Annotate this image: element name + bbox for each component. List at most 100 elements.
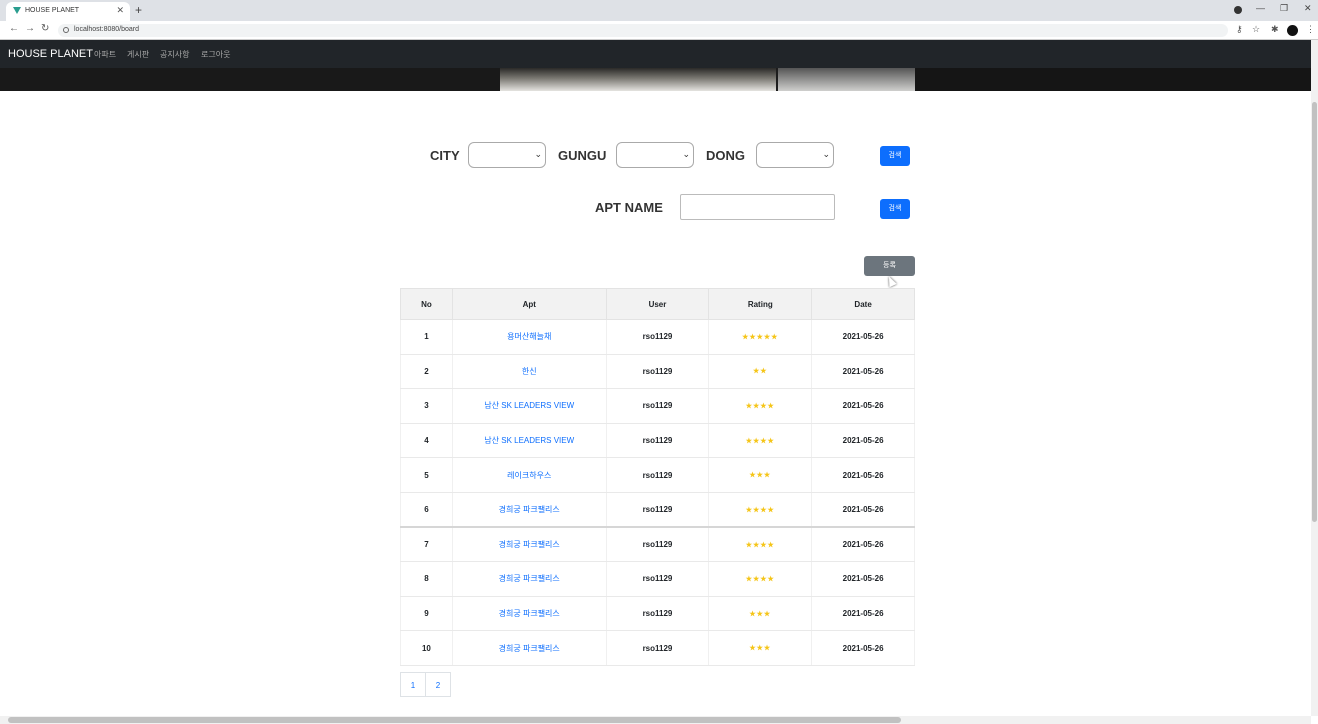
info-icon[interactable] xyxy=(63,27,69,33)
row-apt-link[interactable]: 경희궁 파크팰리스 xyxy=(451,561,607,597)
pagination: 1 2 xyxy=(400,672,451,697)
bookmark-star-icon[interactable]: ☆ xyxy=(1252,24,1260,35)
vue-logo-icon xyxy=(13,7,21,14)
reload-icon[interactable]: ↻ xyxy=(41,23,49,34)
browser-tab[interactable]: HOUSE PLANET ✕ xyxy=(6,2,130,21)
register-button[interactable]: 등록 xyxy=(864,256,915,276)
table-row[interactable]: 8 경희궁 파크팰리스 rso1129 ★★★★ 2021-05-26 xyxy=(400,561,915,597)
row-no: 7 xyxy=(400,527,453,563)
row-apt-link[interactable]: 레이크하우스 xyxy=(451,457,607,493)
table-row[interactable]: 3 남산 SK LEADERS VIEW rso1129 ★★★★ 2021-05-26 xyxy=(400,388,915,424)
url-text: localhost:8080/board xyxy=(74,26,139,33)
hero-image-dark xyxy=(915,68,1311,91)
apt-name-input[interactable] xyxy=(680,194,835,220)
row-date: 2021-05-26 xyxy=(811,630,915,666)
gungu-select[interactable]: ⌄ xyxy=(616,142,694,168)
address-bar: ← → ↻ localhost:8080/board ⚷ ☆ ✱ ⋮ xyxy=(0,21,1318,40)
nav-link-board[interactable]: 게시판 xyxy=(127,49,149,60)
row-date: 2021-05-26 xyxy=(811,492,915,529)
page-link-1[interactable]: 1 xyxy=(400,672,426,697)
new-tab-icon[interactable]: + xyxy=(135,3,142,17)
row-no: 1 xyxy=(400,319,453,355)
browser-tab-strip: HOUSE PLANET ✕ + — ❐ ✕ xyxy=(0,0,1318,21)
row-apt-link[interactable]: 남산 SK LEADERS VIEW xyxy=(451,388,607,424)
table-header-row: No Apt User Rating Date xyxy=(400,288,915,320)
tab-title: HOUSE PLANET xyxy=(25,7,80,14)
row-rating: ★★★★ xyxy=(708,492,813,529)
row-user: rso1129 xyxy=(605,354,710,390)
row-date: 2021-05-26 xyxy=(811,457,915,493)
table-row[interactable]: 9 경희궁 파크팰리스 rso1129 ★★★ 2021-05-26 xyxy=(400,596,915,632)
table-row[interactable]: 2 한신 rso1129 ★★ 2021-05-26 xyxy=(400,354,915,390)
page-link-2[interactable]: 2 xyxy=(425,672,451,697)
dong-select[interactable]: ⌄ xyxy=(756,142,834,168)
row-user: rso1129 xyxy=(605,492,710,529)
vertical-scrollbar[interactable] xyxy=(1311,40,1318,716)
row-rating: ★★★ xyxy=(708,630,813,666)
city-label: CITY xyxy=(430,148,460,163)
row-apt-link[interactable]: 남산 SK LEADERS VIEW xyxy=(451,423,607,459)
row-user: rso1129 xyxy=(605,561,710,597)
column-header-user: User xyxy=(605,288,710,320)
column-header-no: No xyxy=(400,288,453,320)
row-date: 2021-05-26 xyxy=(811,423,915,459)
row-apt-link[interactable]: 경희궁 파크팰리스 xyxy=(451,492,607,529)
row-apt-link[interactable]: 경희궁 파크팰리스 xyxy=(451,527,607,563)
column-header-apt: Apt xyxy=(451,288,607,320)
row-apt-link[interactable]: 경희궁 파크팰리스 xyxy=(451,630,607,666)
row-apt-link[interactable]: 경희궁 파크팰리스 xyxy=(451,596,607,632)
extensions-icon[interactable]: ✱ xyxy=(1271,24,1279,35)
row-user: rso1129 xyxy=(605,388,710,424)
tab-close-icon[interactable]: ✕ xyxy=(116,5,124,16)
region-search-button[interactable]: 검색 xyxy=(880,146,910,166)
table-row[interactable]: 4 남산 SK LEADERS VIEW rso1129 ★★★★ 2021-05-26 xyxy=(400,423,915,459)
url-field[interactable]: localhost:8080/board xyxy=(58,24,1228,37)
row-rating: ★★★★ xyxy=(708,527,813,563)
browser-menu-icon[interactable]: ⋮ xyxy=(1306,24,1315,35)
table-row[interactable]: 5 레이크하우스 rso1129 ★★★ 2021-05-26 xyxy=(400,457,915,493)
row-rating: ★★★★★ xyxy=(708,319,813,355)
row-date: 2021-05-26 xyxy=(811,561,915,597)
chevron-down-icon: ⌄ xyxy=(822,149,830,159)
row-date: 2021-05-26 xyxy=(811,319,915,355)
restore-icon[interactable]: ❐ xyxy=(1280,3,1288,14)
city-select[interactable]: ⌄ xyxy=(468,142,546,168)
table-row[interactable]: 7 경희궁 파크팰리스 rso1129 ★★★★ 2021-05-26 xyxy=(400,527,915,563)
column-header-date: Date xyxy=(811,288,915,320)
forward-icon[interactable]: → xyxy=(25,23,35,34)
brand-logo[interactable]: HOUSE PLANET xyxy=(8,48,93,60)
row-no: 5 xyxy=(400,457,453,493)
row-user: rso1129 xyxy=(605,527,710,563)
table-row[interactable]: 1 용머산해늘채 rso1129 ★★★★★ 2021-05-26 xyxy=(400,319,915,355)
row-rating: ★★★★ xyxy=(708,561,813,597)
back-icon[interactable]: ← xyxy=(9,23,19,34)
nav-link-apartment[interactable]: 아파트 xyxy=(94,49,116,60)
row-no: 4 xyxy=(400,423,453,459)
apt-search-button[interactable]: 검색 xyxy=(880,199,910,219)
minimize-icon[interactable]: — xyxy=(1256,3,1265,13)
vertical-scrollbar-thumb[interactable] xyxy=(1312,102,1317,522)
key-icon[interactable]: ⚷ xyxy=(1236,24,1243,35)
column-header-rating: Rating xyxy=(708,288,813,320)
profile-avatar[interactable] xyxy=(1287,25,1298,36)
row-user: rso1129 xyxy=(605,423,710,459)
horizontal-scrollbar-thumb[interactable] xyxy=(8,717,901,723)
row-no: 9 xyxy=(400,596,453,632)
account-icon[interactable] xyxy=(1234,6,1242,14)
table-row[interactable]: 10 경희궁 파크팰리스 rso1129 ★★★ 2021-05-26 xyxy=(400,630,915,666)
horizontal-scrollbar[interactable] xyxy=(0,716,1311,724)
table-row[interactable]: 6 경희궁 파크팰리스 rso1129 ★★★★ 2021-05-26 xyxy=(400,492,915,529)
row-date: 2021-05-26 xyxy=(811,527,915,563)
close-window-icon[interactable]: ✕ xyxy=(1304,3,1312,14)
board-table: No Apt User Rating Date 1 용머산해늘채 rso1129 ★★… xyxy=(400,288,915,666)
app-navbar: HOUSE PLANET 아파트 게시판 공지사항 로그아웃 xyxy=(0,40,1311,68)
nav-link-logout[interactable]: 로그아웃 xyxy=(201,49,230,60)
chevron-down-icon: ⌄ xyxy=(534,149,542,159)
nav-link-notice[interactable]: 공지사항 xyxy=(160,49,189,60)
hero-image-light xyxy=(776,68,915,91)
row-no: 3 xyxy=(400,388,453,424)
row-apt-link[interactable]: 한신 xyxy=(451,354,607,390)
row-apt-link[interactable]: 용머산해늘채 xyxy=(451,319,607,355)
row-date: 2021-05-26 xyxy=(811,388,915,424)
hero-image xyxy=(0,68,1311,91)
